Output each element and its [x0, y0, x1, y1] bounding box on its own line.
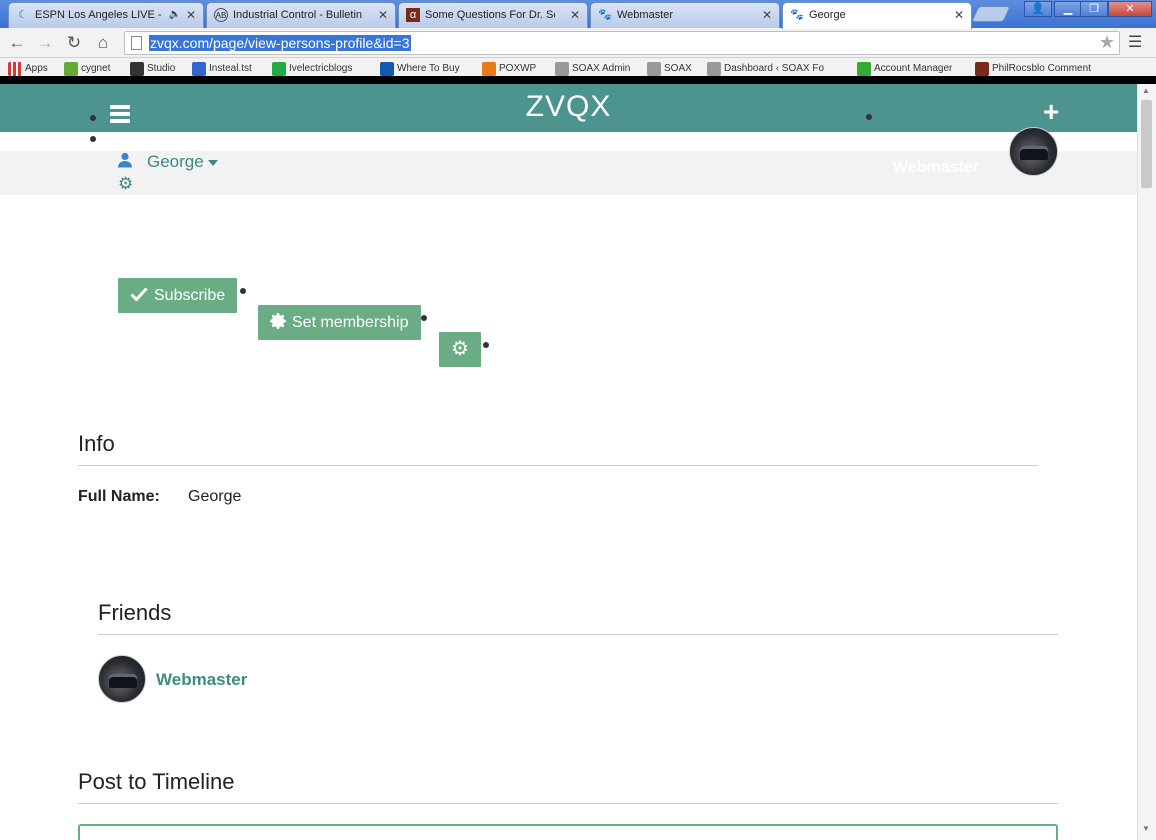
chevron-down-icon — [207, 159, 218, 166]
list-bullet — [240, 288, 246, 294]
reload-icon[interactable]: ↻ — [63, 32, 85, 54]
browser-tabstrip: ☾ ESPN Los Angeles LIVE - [ 🔈 ✕ AB Indus… — [0, 0, 1156, 29]
scroll-down-icon[interactable]: ▼ — [1142, 824, 1150, 833]
close-icon[interactable]: ✕ — [378, 3, 388, 27]
full-name-value: George — [188, 488, 242, 505]
bookmark-cygnet[interactable]: cygnet — [64, 62, 110, 76]
new-tab-button[interactable] — [971, 6, 1011, 22]
divider — [78, 803, 1058, 804]
settings-button[interactable]: ⚙ — [439, 332, 481, 367]
gear-icon: ⚙ — [451, 338, 469, 360]
timeline-heading: Post to Timeline — [78, 769, 235, 794]
bookmark-insteal[interactable]: Insteal.tst — [192, 62, 252, 76]
home-icon[interactable]: ⌂ — [92, 32, 114, 54]
close-icon[interactable]: ✕ — [570, 3, 580, 27]
image-icon — [555, 62, 569, 76]
friend-link-webmaster[interactable]: Webmaster — [156, 670, 247, 690]
url-text[interactable]: zvqx.com/page/view-persons-profile&id=3 — [149, 35, 411, 51]
check-icon — [130, 287, 148, 302]
bookmark-poxwp[interactable]: POXWP — [482, 62, 536, 76]
back-icon[interactable]: ← — [6, 32, 28, 54]
speaker-icon[interactable]: 🔈 — [169, 3, 181, 27]
list-bullet — [90, 136, 96, 142]
alpha-icon — [975, 62, 989, 76]
header-avatar[interactable] — [1009, 127, 1058, 176]
bookmark-soax[interactable]: SOAX — [647, 62, 692, 76]
bookmark-account-manager[interactable]: Account Manager — [857, 62, 952, 76]
site-header: ZVQX + — [0, 84, 1137, 132]
forward-icon[interactable]: → — [34, 32, 56, 54]
leaf-icon — [64, 62, 78, 76]
alpha-icon: α — [406, 8, 420, 22]
paw-icon: 🐾 — [598, 9, 612, 21]
crescent-icon: ☾ — [18, 9, 28, 21]
list-bullet — [421, 315, 427, 321]
image-icon — [707, 62, 721, 76]
paw-icon — [130, 62, 144, 76]
bookmark-star-icon[interactable]: ★ — [1099, 32, 1115, 53]
bookmark-apps[interactable]: Apps — [8, 62, 48, 76]
minimize-icon[interactable]: ▁ — [1054, 1, 1082, 17]
close-icon[interactable]: ✕ — [954, 3, 964, 27]
browser-tab-industrial[interactable]: AB Industrial Control - Bulletin 1 ✕ — [206, 2, 396, 28]
bookmark-studio[interactable]: Studio — [130, 62, 175, 76]
browser-tab-questions[interactable]: α Some Questions For Dr. Scar ✕ — [398, 2, 588, 28]
plus-icon[interactable]: + — [1043, 98, 1059, 126]
browser-tab-espn[interactable]: ☾ ESPN Los Angeles LIVE - [ 🔈 ✕ — [8, 2, 204, 28]
paw-icon: 🐾 — [790, 9, 804, 21]
window-close-icon[interactable]: ✕ — [1108, 1, 1152, 17]
scroll-up-icon[interactable]: ▲ — [1142, 86, 1150, 95]
page-viewport: ZVQX + George ⚙ Webmaster Subscribe Set … — [0, 84, 1137, 840]
bookmark-where-to-buy[interactable]: Where To Buy — [380, 62, 460, 76]
scrollbar-thumb[interactable] — [1141, 100, 1152, 188]
friends-heading: Friends — [98, 600, 172, 625]
image-icon — [647, 62, 661, 76]
etn-icon — [380, 62, 394, 76]
close-icon[interactable]: ✕ — [762, 3, 772, 27]
browser-toolbar: ← → ↻ ⌂ zvqx.com/page/view-persons-profi… — [0, 28, 1156, 58]
page-icon — [131, 36, 142, 50]
restore-icon[interactable]: ❐ — [1080, 1, 1108, 17]
divider — [98, 634, 1058, 635]
w-icon — [272, 62, 286, 76]
user-dropdown[interactable]: George — [147, 152, 218, 172]
bookmark-electricblogs[interactable]: Ivelectricblogs — [272, 62, 352, 76]
user-icon — [117, 152, 133, 173]
list-bullet — [483, 342, 489, 348]
site-brand[interactable]: ZVQX — [0, 90, 1137, 124]
toolbar-divider — [0, 76, 1156, 84]
bookmark-philrocs[interactable]: PhilRocsblo Comment — [975, 62, 1091, 76]
header-user-name[interactable]: Webmaster — [893, 159, 979, 177]
ab-icon: AB — [214, 8, 228, 22]
info-heading: Info — [78, 431, 115, 456]
bookmark-dashboard[interactable]: Dashboard ‹ SOAX Fo — [707, 62, 824, 76]
set-membership-button[interactable]: Set membership — [258, 305, 421, 340]
apps-grid-icon — [8, 62, 22, 76]
certificate-icon — [270, 313, 286, 330]
subscribe-button[interactable]: Subscribe — [118, 278, 238, 313]
profile-icon[interactable]: 👤 — [1024, 1, 1052, 17]
list-bullet — [90, 115, 96, 121]
browser-tab-webmaster[interactable]: 🐾 Webmaster ✕ — [590, 2, 780, 28]
bookmark-soax-admin[interactable]: SOAX Admin — [555, 62, 630, 76]
settings-gear-icon[interactable]: ⚙ — [118, 174, 133, 194]
page-scrollbar[interactable]: ▲ ▼ — [1137, 84, 1156, 840]
ns-icon — [857, 62, 871, 76]
browser-tab-george[interactable]: 🐾 George ✕ — [782, 2, 972, 29]
ep-icon — [482, 62, 496, 76]
globe-icon — [192, 62, 206, 76]
full-name-label: Full Name: — [78, 488, 160, 505]
address-bar[interactable]: zvqx.com/page/view-persons-profile&id=3 … — [124, 31, 1120, 55]
timeline-post-input[interactable] — [78, 824, 1058, 840]
divider — [78, 465, 1038, 466]
close-icon[interactable]: ✕ — [186, 3, 196, 27]
browser-menu-icon[interactable]: ☰ — [1128, 32, 1142, 52]
list-bullet — [866, 114, 872, 120]
hamburger-menu-icon[interactable] — [110, 105, 130, 123]
friend-avatar[interactable] — [98, 655, 146, 703]
